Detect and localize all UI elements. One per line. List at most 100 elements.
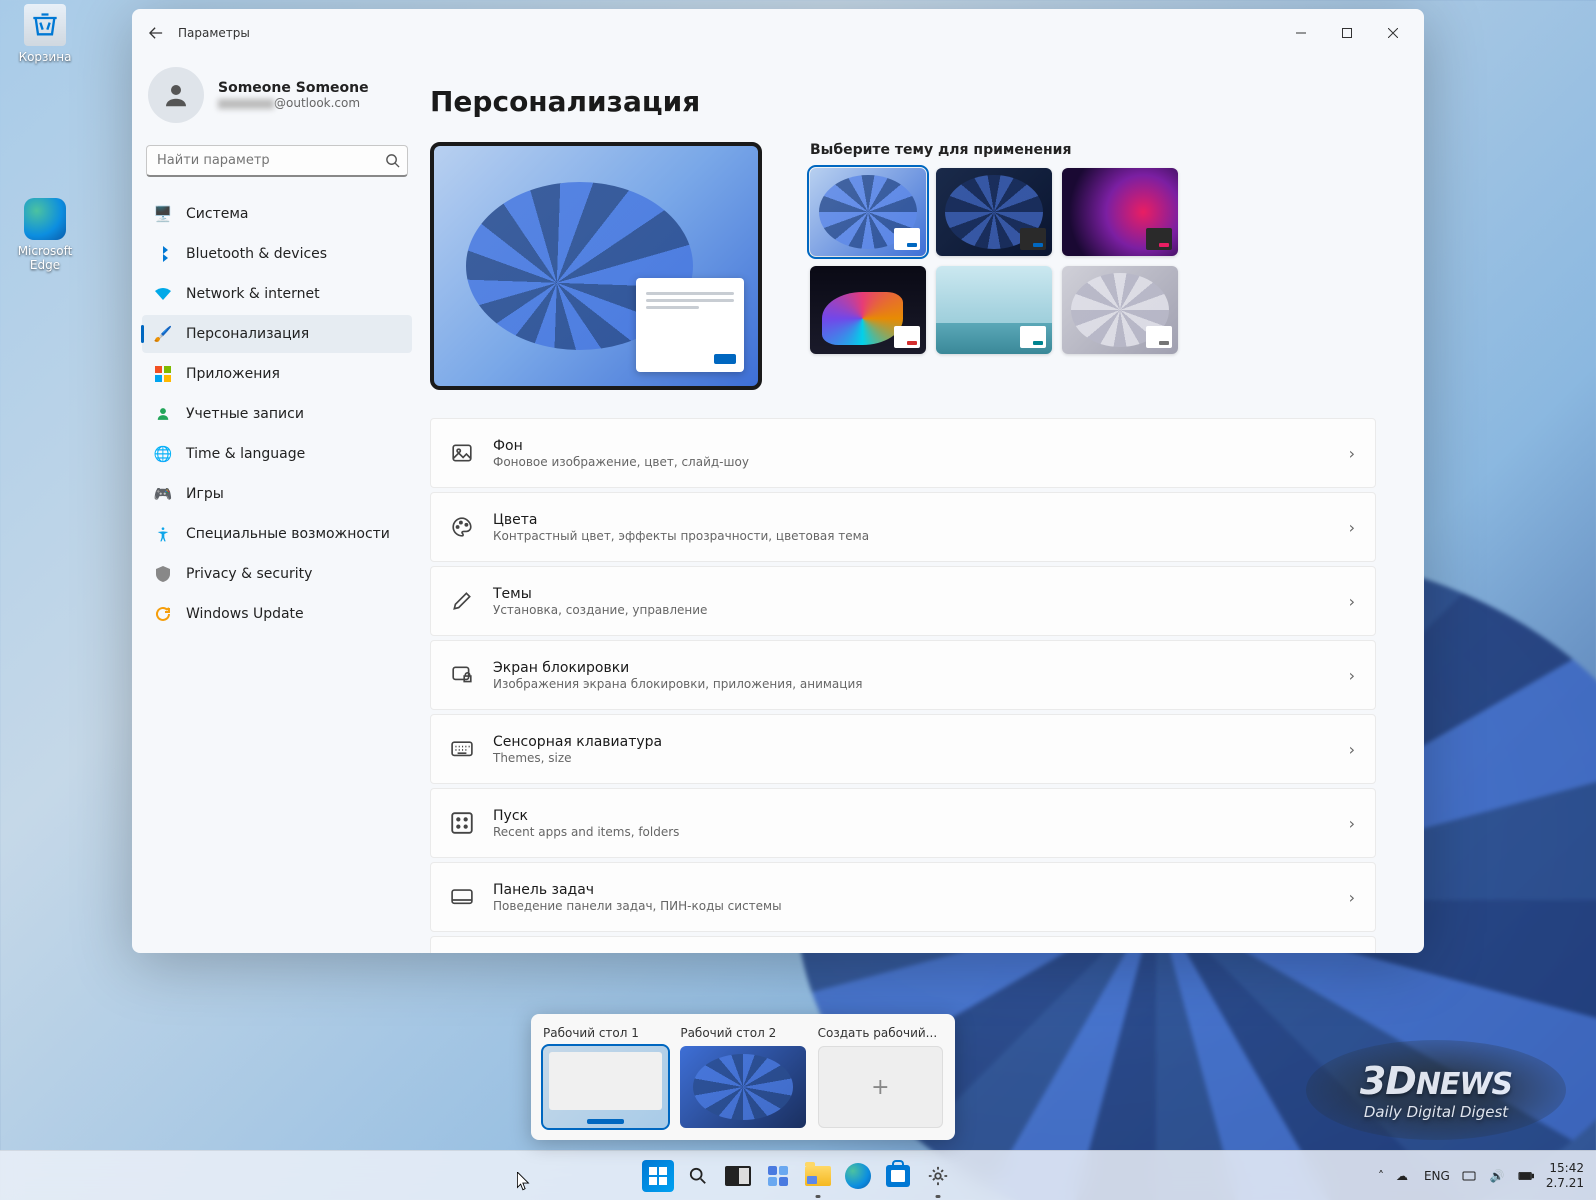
main-content: Персонализация Выберите тему для примене… — [422, 57, 1424, 953]
taskbar-explorer[interactable] — [802, 1160, 834, 1192]
update-icon — [154, 605, 172, 623]
settings-window: Параметры Someone Someone @outlook.com — [132, 9, 1424, 953]
desktop-icon-label: Корзина — [6, 50, 84, 64]
chevron-right-icon: › — [1349, 814, 1355, 833]
account-block[interactable]: Someone Someone @outlook.com — [142, 57, 412, 145]
search-icon — [385, 153, 400, 168]
setting-lockscreen[interactable]: Экран блокировкиИзображения экрана блоки… — [430, 640, 1376, 710]
display-icon: 🖥️ — [154, 205, 172, 223]
maximize-button[interactable] — [1324, 18, 1370, 48]
nav-bluetooth[interactable]: Bluetooth & devices — [142, 235, 412, 273]
taskbar-widgets[interactable] — [762, 1160, 794, 1192]
theme-thumb-beach[interactable] — [936, 266, 1052, 354]
theme-preview — [430, 142, 762, 390]
nav-update[interactable]: Windows Update — [142, 595, 412, 633]
globe-icon: 🌐 — [154, 445, 172, 463]
taskbar-settings[interactable] — [922, 1160, 954, 1192]
window-title: Параметры — [178, 26, 250, 40]
start-icon — [451, 812, 473, 834]
titlebar: Параметры — [132, 9, 1424, 57]
chevron-right-icon: › — [1349, 888, 1355, 907]
wifi-icon — [154, 285, 172, 303]
preview-mini-window — [636, 278, 744, 372]
keyboard-icon — [451, 738, 473, 760]
start-button[interactable] — [642, 1160, 674, 1192]
theme-picker-label: Выберите тему для применения — [810, 142, 1376, 158]
close-button[interactable] — [1370, 18, 1416, 48]
edge-icon — [24, 198, 66, 240]
minimize-button[interactable] — [1278, 18, 1324, 48]
task-view-popup: Рабочий стол 1 Рабочий стол 2 Создать ра… — [531, 1014, 955, 1140]
system-tray[interactable]: ˄ ☁ ENG 🔊 15:42 2.7.21 — [1378, 1161, 1584, 1190]
task-view-icon — [725, 1166, 751, 1186]
taskbar-task-view[interactable] — [722, 1160, 754, 1192]
theme-thumb-sunset[interactable] — [1062, 168, 1178, 256]
sidebar: Someone Someone @outlook.com 🖥️Система B… — [132, 57, 422, 953]
nav-system[interactable]: 🖥️Система — [142, 195, 412, 233]
search-input[interactable] — [146, 145, 408, 177]
person-icon — [154, 405, 172, 423]
edge-icon — [845, 1163, 871, 1189]
setting-themes[interactable]: ТемыУстановка, создание, управление › — [430, 566, 1376, 636]
brush-icon: 🖌️ — [154, 325, 172, 343]
nav-accessibility[interactable]: Специальные возможности — [142, 515, 412, 553]
account-email: @outlook.com — [218, 96, 369, 110]
shield-icon — [154, 565, 172, 583]
theme-thumb-wave[interactable] — [1062, 266, 1178, 354]
bluetooth-icon — [154, 245, 172, 263]
apps-icon — [154, 365, 172, 383]
setting-start[interactable]: ПускRecent apps and items, folders › — [430, 788, 1376, 858]
lockscreen-icon — [451, 664, 473, 686]
network-tray-icon[interactable] — [1462, 1168, 1478, 1184]
tray-clock[interactable]: 15:42 2.7.21 — [1546, 1161, 1584, 1190]
folder-icon — [805, 1166, 831, 1186]
tray-language[interactable]: ENG — [1424, 1169, 1450, 1183]
setting-taskbar[interactable]: Панель задачПоведение панели задач, ПИН-… — [430, 862, 1376, 932]
plus-icon: + — [818, 1046, 943, 1128]
pen-icon — [451, 590, 473, 612]
theme-thumb-flower[interactable] — [810, 266, 926, 354]
tray-overflow-icon[interactable]: ˄ — [1378, 1169, 1384, 1183]
desktop-icon-edge[interactable]: Microsoft Edge — [6, 198, 84, 272]
nav-accounts[interactable]: Учетные записи — [142, 395, 412, 433]
virtual-desktop-1[interactable]: Рабочий стол 1 — [543, 1026, 668, 1128]
gear-icon — [927, 1165, 949, 1187]
back-button[interactable] — [140, 17, 172, 49]
account-name: Someone Someone — [218, 80, 369, 96]
nav-time[interactable]: 🌐Time & language — [142, 435, 412, 473]
theme-thumb-dark[interactable] — [936, 168, 1052, 256]
taskbar-store[interactable] — [882, 1160, 914, 1192]
nav-network[interactable]: Network & internet — [142, 275, 412, 313]
avatar-icon — [148, 67, 204, 123]
search-field[interactable] — [146, 145, 408, 177]
desktop-icon-recycle-bin[interactable]: Корзина — [6, 4, 84, 64]
picture-icon — [451, 442, 473, 464]
nav-apps[interactable]: Приложения — [142, 355, 412, 393]
watermark-3dnews: 3DNEWS Daily Digital Digest — [1306, 1040, 1566, 1140]
desktop-thumb — [543, 1046, 668, 1128]
nav-privacy[interactable]: Privacy & security — [142, 555, 412, 593]
battery-icon[interactable] — [1518, 1168, 1534, 1184]
setting-colors[interactable]: ЦветаКонтрастный цвет, эффекты прозрачно… — [430, 492, 1376, 562]
page-heading: Персонализация — [430, 85, 1376, 118]
taskbar-edge[interactable] — [842, 1160, 874, 1192]
taskbar-search[interactable] — [682, 1160, 714, 1192]
cursor-icon — [517, 1172, 531, 1196]
nav-personalization[interactable]: 🖌️Персонализация — [142, 315, 412, 353]
volume-icon[interactable]: 🔊 — [1490, 1168, 1506, 1184]
onedrive-icon[interactable]: ☁ — [1396, 1168, 1412, 1184]
setting-fonts[interactable]: AA Шрифты › — [430, 936, 1376, 953]
setting-background[interactable]: ФонФоновое изображение, цвет, слайд-шоу … — [430, 418, 1376, 488]
new-desktop[interactable]: Создать рабочий... + — [818, 1026, 943, 1128]
setting-touch-keyboard[interactable]: Сенсорная клавиатураThemes, size › — [430, 714, 1376, 784]
chevron-right-icon: › — [1349, 444, 1355, 463]
accessibility-icon — [154, 525, 172, 543]
chevron-right-icon: › — [1349, 592, 1355, 611]
taskbar-icon — [451, 886, 473, 908]
virtual-desktop-2[interactable]: Рабочий стол 2 — [680, 1026, 805, 1128]
chevron-right-icon: › — [1349, 518, 1355, 537]
desktop-thumb — [680, 1046, 805, 1128]
theme-thumb-light[interactable] — [810, 168, 926, 256]
chevron-right-icon: › — [1349, 666, 1355, 685]
nav-gaming[interactable]: 🎮Игры — [142, 475, 412, 513]
